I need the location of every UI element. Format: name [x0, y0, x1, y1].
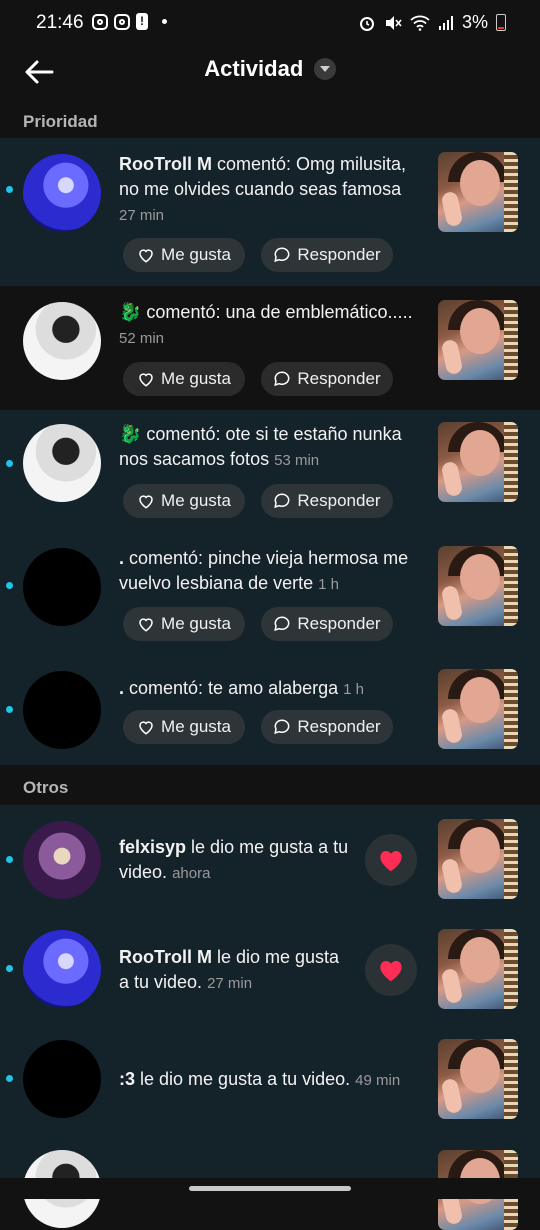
activity-text: 🐉 comentó: ote si te estaño nunka nos sa…	[119, 424, 402, 469]
page-title: Actividad	[204, 56, 304, 81]
video-thumbnail[interactable]	[438, 546, 518, 626]
alert-icon: !	[136, 13, 148, 30]
timestamp: 1 h	[343, 681, 365, 698]
avatar[interactable]	[23, 1040, 101, 1118]
username[interactable]: 🐉	[119, 424, 141, 444]
system-icons: 3%	[358, 12, 506, 33]
avatar[interactable]	[23, 302, 101, 380]
section-label-others: Otros	[23, 778, 69, 797]
status-bar: 21:46 ! 3%	[0, 0, 540, 44]
heart-outline-icon	[139, 721, 153, 735]
like-comment-button[interactable]: Me gusta	[123, 607, 245, 641]
timestamp: 53 min	[274, 452, 320, 469]
username[interactable]: 🐉	[119, 302, 141, 322]
unread-indicator	[6, 460, 13, 467]
unread-indicator	[6, 582, 13, 589]
timestamp: 27 min	[207, 975, 253, 992]
avatar[interactable]	[23, 671, 101, 749]
signal-icon	[438, 15, 453, 30]
list-item[interactable]: 🐉 comentó: una de emblemático..... 52 mi…	[0, 288, 540, 408]
activity-text: 🐉 comentó: una de emblemático..... 52 mi…	[119, 302, 413, 347]
alarm-icon	[359, 16, 374, 31]
reply-button[interactable]: Responder	[261, 484, 393, 518]
wifi-icon	[410, 15, 430, 31]
video-thumbnail[interactable]	[438, 819, 518, 899]
comment-bubble-icon	[274, 371, 290, 387]
timestamp: 27 min	[119, 207, 165, 224]
unread-indicator	[6, 856, 13, 863]
like-comment-button[interactable]: Me gusta	[123, 484, 245, 518]
heart-outline-icon	[139, 249, 153, 263]
activity-text: RooTroll M le dio me gusta a tu video. 2…	[119, 947, 340, 992]
liked-indicator[interactable]	[365, 834, 417, 886]
comment-bubble-icon	[274, 247, 290, 263]
header: Actividad	[0, 44, 540, 100]
notification-icons: !	[92, 13, 167, 30]
video-thumbnail[interactable]	[438, 669, 518, 749]
liked-indicator[interactable]	[365, 944, 417, 996]
reply-button[interactable]: Responder	[261, 607, 393, 641]
list-item[interactable]: RooTroll M comentó: Omg milusita, no me …	[0, 138, 540, 286]
activity-text: . comentó: te amo alaberga 1 h	[119, 678, 365, 698]
timestamp: 49 min	[355, 1072, 401, 1089]
activity-text: . comentó: pinche vieja hermosa me vuelv…	[119, 548, 409, 593]
activity-text: felxisyp le dio me gusta a tu video. aho…	[119, 837, 349, 882]
video-thumbnail[interactable]	[438, 1039, 518, 1119]
comment-bubble-icon	[274, 493, 290, 509]
timestamp: 52 min	[119, 330, 165, 347]
username[interactable]: felxisyp	[119, 837, 186, 857]
video-thumbnail[interactable]	[438, 152, 518, 232]
video-thumbnail[interactable]	[438, 929, 518, 1009]
heart-filled-icon	[380, 961, 402, 982]
battery-percent: 3%	[461, 12, 488, 32]
heart-outline-icon	[139, 618, 153, 632]
avatar[interactable]	[23, 548, 101, 626]
section-label-priority: Prioridad	[23, 112, 98, 131]
username[interactable]: RooTroll M	[119, 947, 212, 967]
like-comment-button[interactable]: Me gusta	[123, 362, 245, 396]
avatar[interactable]	[23, 424, 101, 502]
activity-text: RooTroll M comentó: Omg milusita, no me …	[119, 154, 407, 224]
instagram-icon	[92, 13, 108, 30]
unread-indicator	[6, 186, 13, 193]
more-notifications-dot-icon	[162, 19, 167, 24]
comment-bubble-icon	[274, 719, 290, 735]
dropdown-caret-icon	[313, 58, 336, 80]
status-time: 21:46	[36, 12, 84, 33]
heart-filled-icon	[380, 851, 402, 872]
activity-text: :3 le dio me gusta a tu video. 49 min	[119, 1069, 401, 1089]
avatar[interactable]	[23, 930, 101, 1008]
reply-button[interactable]: Responder	[261, 238, 393, 272]
username[interactable]: RooTroll M	[119, 154, 212, 174]
mute-icon	[385, 15, 402, 30]
timestamp: 1 h	[318, 576, 339, 593]
system-navigation-bar	[0, 1178, 540, 1199]
like-comment-button[interactable]: Me gusta	[123, 238, 245, 272]
instagram-icon	[114, 13, 130, 30]
video-thumbnail[interactable]	[438, 422, 518, 502]
timestamp: ahora	[172, 865, 211, 882]
battery-icon	[496, 14, 506, 31]
username[interactable]: :3	[119, 1069, 135, 1089]
title-dropdown[interactable]: Actividad	[0, 56, 540, 82]
video-thumbnail[interactable]	[438, 300, 518, 380]
heart-outline-icon	[139, 495, 153, 509]
reply-button[interactable]: Responder	[261, 362, 393, 396]
avatar[interactable]	[23, 154, 101, 232]
unread-indicator	[6, 965, 13, 972]
reply-button[interactable]: Responder	[261, 710, 393, 744]
comment-bubble-icon	[274, 616, 290, 632]
unread-indicator	[6, 1075, 13, 1082]
unread-indicator	[6, 706, 13, 713]
home-gesture-handle[interactable]	[189, 1186, 351, 1191]
like-comment-button[interactable]: Me gusta	[123, 710, 245, 744]
heart-outline-icon	[139, 373, 153, 387]
unread-group: 🐉 comentó: ote si te estaño nunka nos sa…	[0, 410, 540, 765]
avatar[interactable]	[23, 821, 101, 899]
unread-group: felxisyp le dio me gusta a tu video. aho…	[0, 805, 540, 1230]
